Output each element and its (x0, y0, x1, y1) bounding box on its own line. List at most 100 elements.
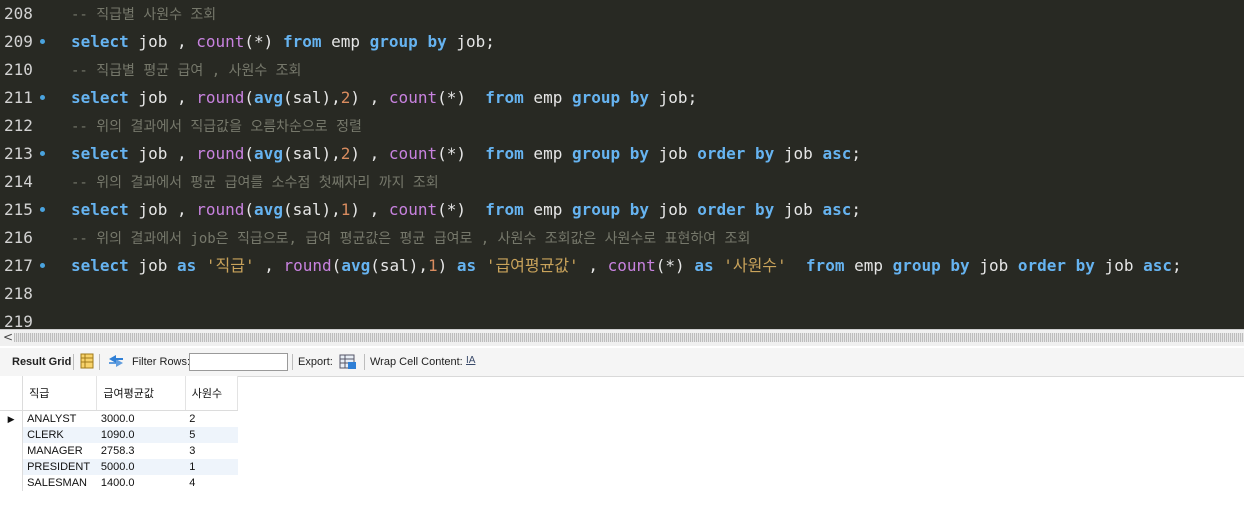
line-number: 212 (4, 116, 33, 135)
code-token: ( (244, 144, 255, 163)
export-label: Export: (298, 356, 333, 368)
code-token: group by (892, 256, 970, 275)
statement-marker-icon[interactable] (40, 95, 45, 100)
code-token: round (196, 144, 245, 163)
row-header-corner (0, 376, 24, 411)
code-line[interactable]: 213 select job , round(avg(sal),2) , coun… (0, 140, 1244, 168)
code-token: ) , (350, 200, 389, 219)
filter-rows-input[interactable] (189, 353, 288, 371)
cell[interactable]: SALESMAN (23, 475, 97, 491)
code-token: ( (331, 256, 342, 275)
code-token: job (649, 200, 698, 219)
code-token: , (578, 256, 608, 275)
code-token: (sal), (370, 256, 429, 275)
code-text[interactable]: -- 위의 결과에서 평균 급여를 소수점 첫째자리 까지 조회 (71, 168, 439, 197)
code-line[interactable]: 217 select job as '직급' , round(avg(sal),1… (0, 252, 1244, 280)
cell[interactable]: PRESIDENT (22, 459, 97, 475)
cell[interactable]: MANAGER (23, 443, 97, 459)
code-token: count (607, 256, 656, 275)
code-line[interactable]: 211 select job , round(avg(sal),2) , coun… (0, 84, 1244, 112)
code-token: asc (1143, 256, 1172, 275)
code-token: count (388, 88, 438, 107)
code-token: select (71, 144, 129, 163)
code-text[interactable]: select job , count(*) from emp group by … (71, 28, 495, 56)
code-text[interactable]: select job , round(avg(sal),2) , count(*… (71, 140, 861, 168)
code-text[interactable]: -- 위의 결과에서 직급값을 오름차순으로 정렬 (71, 112, 362, 141)
code-token: from (485, 144, 524, 163)
code-text[interactable]: -- 직급별 평균 급여 , 사원수 조회 (71, 56, 301, 85)
cell[interactable]: 1400.0 (97, 475, 185, 491)
cell[interactable]: 3 (185, 443, 237, 459)
code-token: job; (446, 32, 495, 51)
cell[interactable]: 4 (185, 475, 237, 491)
code-line[interactable]: 215 select job , round(avg(sal),1) , coun… (0, 196, 1244, 224)
code-token: avg (254, 88, 283, 107)
wrap-toggle-icon[interactable]: IA (466, 355, 475, 366)
code-token: job; (649, 88, 698, 107)
code-text[interactable]: -- 위의 결과에서 job은 직급으로, 급여 평균값은 평균 급여로 , 사… (71, 224, 750, 253)
code-token: asc (822, 200, 852, 219)
cell[interactable]: 1090.0 (96, 427, 186, 443)
cell[interactable]: 1 (185, 459, 238, 475)
code-token: -- 직급별 평균 급여 , 사원수 조회 (71, 63, 302, 79)
cell[interactable]: 5000.0 (96, 459, 186, 475)
statement-marker-icon[interactable] (40, 151, 45, 156)
cell[interactable]: ANALYST (23, 411, 97, 428)
statement-marker-icon[interactable] (40, 39, 45, 44)
table-row[interactable]: SALESMAN 1400.0 4 (0, 475, 238, 491)
code-line[interactable]: 218 (0, 280, 1244, 308)
code-text[interactable]: select job , round(avg(sal),2) , count(*… (71, 84, 697, 112)
column-header-사원수[interactable]: 사원수 (185, 376, 239, 411)
cell[interactable]: 2 (185, 411, 237, 428)
scrollbar-track[interactable] (14, 333, 1244, 342)
code-token: order by (697, 144, 775, 163)
table-row[interactable]: PRESIDENT 5000.0 1 (0, 459, 238, 475)
cell[interactable]: CLERK (22, 427, 97, 443)
code-token: asc (822, 144, 852, 163)
table-row[interactable]: MANAGER 2758.3 3 (0, 443, 238, 459)
code-line[interactable]: 212 -- 위의 결과에서 직급값을 오름차순으로 정렬 (0, 112, 1244, 140)
code-line[interactable]: 219 (0, 308, 1244, 329)
result-grid-tab[interactable]: Result Grid (12, 356, 71, 368)
code-token: (sal), (282, 200, 341, 219)
code-line[interactable]: 210 -- 직급별 평균 급여 , 사원수 조회 (0, 56, 1244, 84)
code-token: emp (844, 256, 893, 275)
cell[interactable]: 5 (185, 427, 238, 443)
code-token: avg (254, 200, 283, 219)
column-header-급여평균값[interactable]: 급여평균값 (96, 376, 186, 411)
code-token: emp (523, 200, 572, 219)
code-text[interactable]: -- 직급별 사원수 조회 (71, 0, 216, 29)
code-line[interactable]: 214 -- 위의 결과에서 평균 급여를 소수점 첫째자리 까지 조회 (0, 168, 1244, 196)
code-token: ; (851, 144, 861, 163)
column-header-직급[interactable]: 직급 (22, 376, 98, 411)
statement-marker-icon[interactable] (40, 207, 45, 212)
code-token: job (128, 256, 177, 275)
code-token: job , (128, 200, 197, 219)
code-line[interactable]: 216 -- 위의 결과에서 job은 직급으로, 급여 평균값은 평균 급여로 … (0, 224, 1244, 252)
code-token: ) , (350, 144, 389, 163)
code-token: (*) (437, 88, 486, 107)
code-line[interactable]: 208 -- 직급별 사원수 조회 (0, 0, 1244, 28)
scroll-left-icon[interactable]: < (3, 330, 13, 344)
code-text[interactable]: select job , round(avg(sal),1) , count(*… (71, 196, 861, 224)
row-header (0, 459, 24, 475)
code-text[interactable]: select job as '직급' , round(avg(sal),1) a… (71, 252, 1182, 280)
export-icon[interactable] (339, 353, 357, 373)
cell[interactable]: 3000.0 (97, 411, 185, 428)
table-row[interactable]: ▶ ANALYST 3000.0 2 (0, 410, 238, 428)
code-token: '급여평균값' (485, 256, 579, 275)
horizontal-scrollbar[interactable]: < (0, 329, 1244, 346)
statement-marker-icon[interactable] (40, 263, 45, 268)
grid-layout-icon[interactable] (80, 353, 94, 372)
table-row[interactable]: CLERK 1090.0 5 (0, 427, 238, 443)
sql-editor[interactable]: 208 -- 직급별 사원수 조회 209 select job , count(*)… (0, 0, 1244, 329)
code-line[interactable]: 209 select job , count(*) from emp group … (0, 28, 1244, 56)
refresh-icon[interactable] (107, 353, 125, 372)
filter-rows-label: Filter Rows: (132, 356, 191, 368)
cell[interactable]: 2758.3 (97, 443, 185, 459)
code-token: round (283, 256, 332, 275)
code-token: job (774, 200, 823, 219)
toolbar-divider (99, 354, 100, 370)
